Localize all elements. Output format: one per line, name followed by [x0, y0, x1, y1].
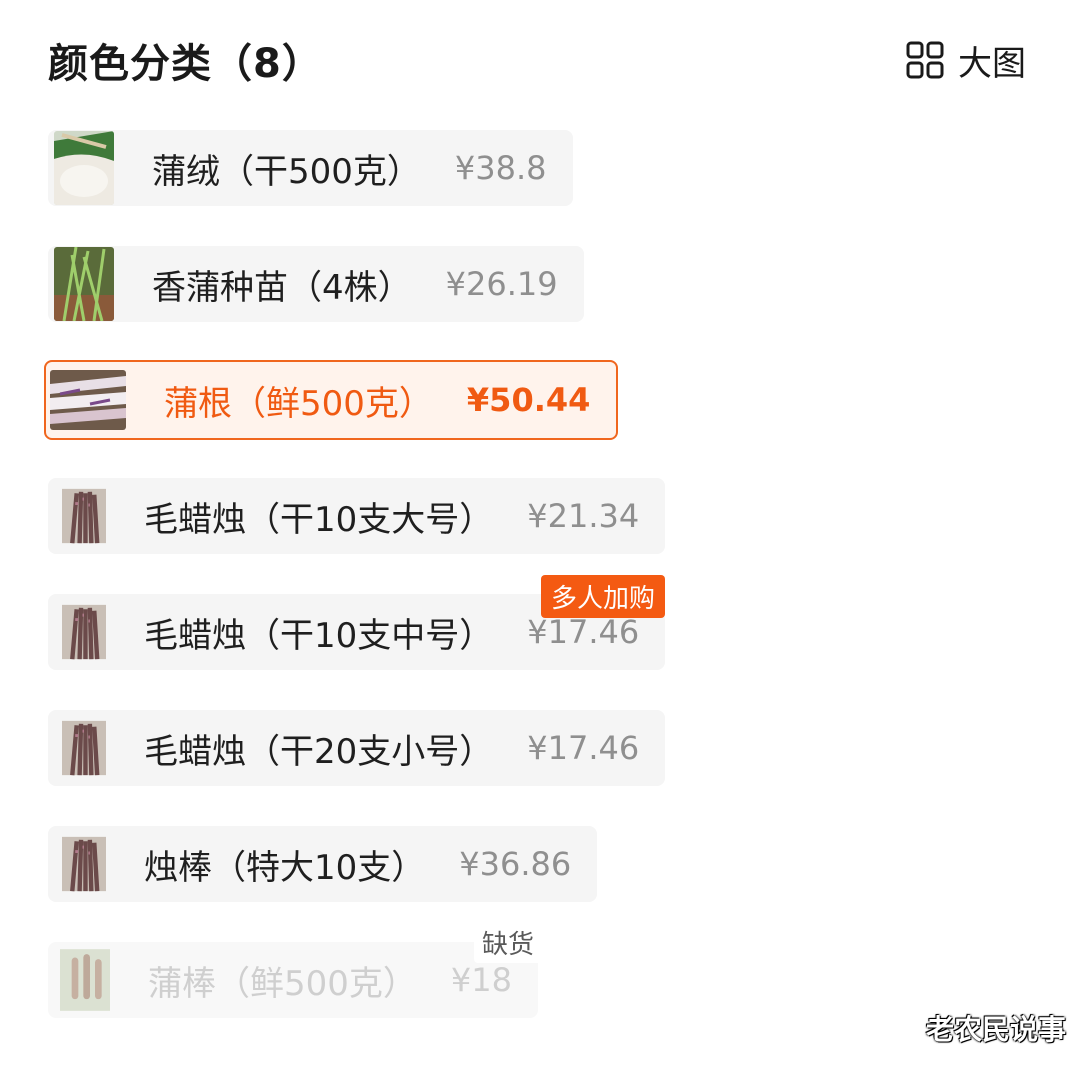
product-thumbnail — [54, 131, 114, 205]
option-item[interactable]: 毛蜡烛（干10支大号） ¥21.34 — [48, 478, 666, 554]
option-item-out-of-stock[interactable]: 蒲棒（鲜500克） ¥18 — [48, 942, 538, 1018]
page-title: 颜色分类（8） — [48, 41, 323, 87]
option-price: ¥17.46 — [527, 613, 640, 651]
option-name: 烛棒（特大10支） — [144, 847, 426, 888]
product-thumbnail — [50, 370, 126, 430]
product-thumbnail — [62, 604, 106, 660]
product-thumbnail — [62, 488, 106, 544]
header: 颜色分类（8） 大图 — [48, 30, 1026, 90]
option-price: ¥38.8 — [454, 149, 547, 187]
product-thumbnail — [60, 949, 110, 1011]
option-price: ¥17.46 — [527, 729, 640, 767]
option-price: ¥50.44 — [466, 381, 591, 419]
watermark: 老农民说事 — [925, 1013, 1066, 1046]
option-item[interactable]: 毛蜡烛（干20支小号） ¥17.46 — [48, 710, 666, 786]
option-price: ¥21.34 — [527, 497, 640, 535]
option-price: ¥26.19 — [445, 265, 558, 303]
option-name: 香蒲种苗（4株） — [152, 267, 412, 308]
option-item[interactable]: 香蒲种苗（4株） ¥26.19 — [48, 246, 584, 322]
option-name: 毛蜡烛（干10支大号） — [144, 499, 494, 540]
grid-icon — [906, 41, 944, 79]
option-price: ¥18 — [450, 961, 512, 999]
product-thumbnail — [54, 247, 114, 321]
option-item-selected[interactable]: 蒲根（鲜500克） ¥50.44 — [44, 360, 619, 440]
option-name: 蒲棒（鲜500克） — [148, 963, 417, 1004]
popular-badge: 多人加购 — [541, 575, 666, 618]
option-price: ¥36.86 — [459, 845, 572, 883]
view-toggle-label: 大图 — [958, 43, 1026, 84]
option-name: 毛蜡烛（干20支小号） — [144, 731, 494, 772]
large-view-toggle[interactable]: 大图 — [906, 36, 1026, 85]
product-thumbnail — [62, 836, 106, 892]
product-thumbnail — [62, 720, 106, 776]
option-name: 毛蜡烛（干10支中号） — [144, 615, 494, 656]
option-item[interactable]: 蒲绒（干500克） ¥38.8 — [48, 130, 573, 206]
option-name: 蒲绒（干500克） — [152, 151, 421, 192]
option-item[interactable]: 烛棒（特大10支） ¥36.86 — [48, 826, 598, 902]
out-of-stock-badge: 缺货 — [474, 922, 543, 963]
option-name: 蒲根（鲜500克） — [164, 383, 433, 424]
